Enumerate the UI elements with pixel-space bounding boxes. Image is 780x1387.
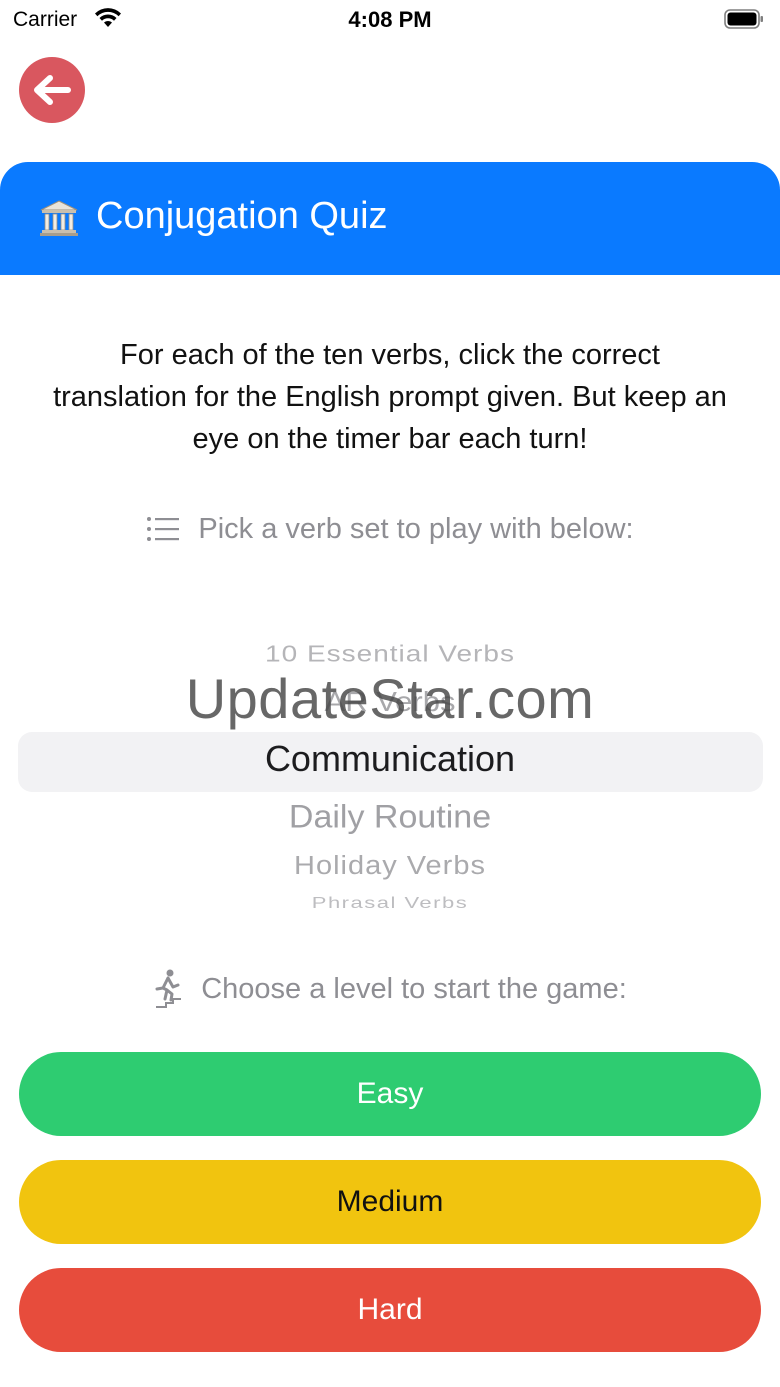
- picker-option-selected[interactable]: Communication: [0, 738, 780, 780]
- classical-building-icon: [40, 200, 78, 236]
- picker-option[interactable]: Phrasal Verbs: [0, 894, 780, 913]
- medium-button[interactable]: Medium: [19, 1160, 761, 1244]
- hard-button[interactable]: Hard: [19, 1268, 761, 1352]
- level-hint-label: Choose a level to start the game:: [201, 972, 627, 1005]
- intro-text: For each of the ten verbs, click the cor…: [53, 339, 727, 455]
- easy-button[interactable]: Easy: [19, 1052, 761, 1136]
- verb-set-picker[interactable]: 10 Essential Verbs AR Verbs Communicatio…: [0, 620, 780, 920]
- figure-stairs-icon: [155, 969, 182, 1008]
- picker-option[interactable]: AR Verbs: [0, 686, 780, 718]
- battery-icon: [724, 9, 763, 29]
- arrow-left-icon: [34, 75, 71, 105]
- status-time: 4:08 PM: [348, 7, 432, 32]
- picker-option[interactable]: Holiday Verbs: [0, 852, 780, 881]
- list-icon: [147, 517, 180, 541]
- level-hint: Choose a level to start the game:: [0, 966, 780, 1012]
- verb-set-hint: Pick a verb set to play with below:: [0, 507, 780, 551]
- back-button[interactable]: [19, 57, 85, 123]
- picker-option[interactable]: 10 Essential Verbs: [0, 641, 780, 667]
- quiz-header: Conjugation Quiz: [0, 162, 780, 275]
- page-title: Conjugation Quiz: [96, 195, 388, 237]
- status-bar: Carrier 4:08 PM: [0, 0, 780, 40]
- verb-set-hint-label: Pick a verb set to play with below:: [198, 512, 634, 545]
- picker-option[interactable]: Daily Routine: [0, 799, 780, 836]
